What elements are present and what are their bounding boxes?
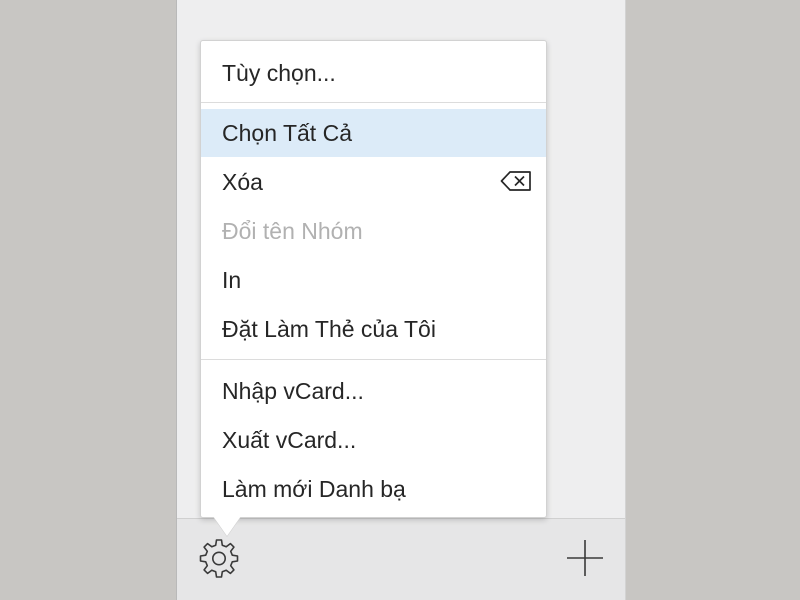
menu-item-label: Đặt Làm Thẻ của Tôi — [222, 315, 436, 342]
menu-item-print[interactable]: In — [201, 256, 546, 304]
gear-button[interactable] — [197, 536, 241, 580]
menu-separator — [201, 102, 546, 103]
menu-pointer-tail — [213, 516, 241, 536]
action-popup-menu: Tùy chọn... Chọn Tất Cả Xóa Đổi tên Nhóm… — [200, 40, 547, 536]
menu-item-preferences[interactable]: Tùy chọn... — [201, 49, 546, 97]
menu-item-label: Làm mới Danh bạ — [222, 475, 406, 502]
menu-item-export-vcard[interactable]: Xuất vCard... — [201, 416, 546, 464]
menu-separator — [201, 359, 546, 360]
menu-item-label: In — [222, 266, 242, 293]
menu-item-label: Nhập vCard... — [222, 377, 364, 404]
menu-item-make-my-card[interactable]: Đặt Làm Thẻ của Tôi — [201, 305, 546, 353]
menu-item-label: Tùy chọn... — [222, 59, 336, 86]
menu-item-select-all[interactable]: Chọn Tất Cả — [201, 109, 546, 157]
menu-item-rename-group: Đổi tên Nhóm — [201, 207, 546, 255]
menu-item-refresh-contacts[interactable]: Làm mới Danh bạ — [201, 465, 546, 513]
menu-item-label: Đổi tên Nhóm — [222, 217, 363, 244]
menu-item-label: Chọn Tất Cả — [222, 119, 352, 146]
menu-item-label: Xuất vCard... — [222, 426, 357, 453]
menu-item-label: Xóa — [222, 168, 263, 195]
add-button[interactable] — [563, 536, 607, 580]
plus-icon — [567, 540, 603, 576]
gear-icon — [199, 539, 239, 578]
bottom-toolbar — [177, 518, 625, 600]
screen: Tùy chọn... Chọn Tất Cả Xóa Đổi tên Nhóm… — [0, 0, 800, 600]
menu-item-import-vcard[interactable]: Nhập vCard... — [201, 367, 546, 415]
menu-item-delete[interactable]: Xóa — [201, 158, 546, 206]
delete-backspace-icon — [500, 171, 531, 191]
